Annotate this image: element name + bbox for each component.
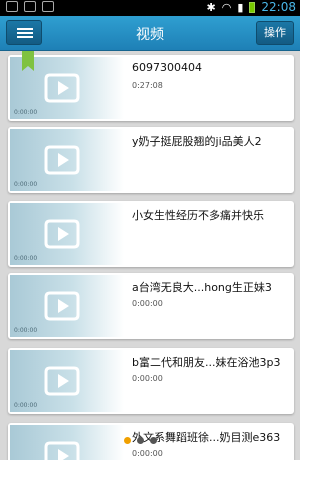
wifi-icon: ◠ <box>221 0 232 14</box>
status-bar: ✱ ◠ ▮ 22:08 <box>0 0 300 16</box>
video-thumbnail: 0:00:00 <box>10 275 124 337</box>
page-dot <box>150 437 157 444</box>
video-duration: 0:00:00 <box>132 299 163 308</box>
app-icon <box>6 1 18 12</box>
page-dot-active <box>124 437 131 444</box>
thumb-time: 0:00:00 <box>14 109 38 116</box>
thumb-time: 0:00:00 <box>14 402 38 409</box>
video-title: 6097300404 <box>132 61 202 74</box>
operation-button[interactable]: 操作 <box>256 21 294 45</box>
video-duration: 0:00:00 <box>132 374 163 383</box>
video-title: b富二代和朋友...妹在浴池3p3 <box>132 356 281 369</box>
play-icon <box>44 145 80 175</box>
video-item-2[interactable]: 0:00:00 y奶子挺屁股翘的ji品美人2 <box>8 127 294 193</box>
thumb-time: 0:00:00 <box>14 327 38 334</box>
play-icon <box>44 291 80 321</box>
video-item-1[interactable]: 0:00:00 6097300404 0:27:08 <box>8 51 294 121</box>
video-item-5[interactable]: 0:00:00 b富二代和朋友...妹在浴池3p3 0:00:00 <box>8 348 294 414</box>
play-icon <box>44 73 80 103</box>
video-thumbnail <box>10 425 124 460</box>
signal-icon: ▮ <box>237 0 244 14</box>
video-duration: 0:27:08 <box>132 81 163 90</box>
video-thumbnail: 0:00:00 <box>10 350 124 412</box>
play-icon <box>44 219 80 249</box>
notification-icons <box>6 1 54 12</box>
thumb-time: 0:00:00 <box>14 255 38 262</box>
page-title: 视频 <box>136 27 164 43</box>
video-duration: 0:00:00 <box>132 449 163 458</box>
app-header: 视频 操作 <box>0 16 300 51</box>
video-title: a台湾无良大...hong生正妹3 <box>132 281 272 294</box>
video-title: y奶子挺屁股翘的ji品美人2 <box>132 135 262 148</box>
bluetooth-icon: ✱ <box>206 0 216 14</box>
video-title: 小女生性经历不多痛并快乐 <box>132 209 264 222</box>
thumb-time: 0:00:00 <box>14 181 38 188</box>
page-dot <box>137 437 144 444</box>
play-icon <box>44 441 80 460</box>
bookmark-icon <box>22 51 34 71</box>
battery-icon <box>249 1 256 13</box>
video-list[interactable]: 0:00:00 6097300404 0:27:08 0:00:00 y奶子挺屁… <box>0 51 300 460</box>
play-icon <box>44 366 80 396</box>
clock: 22:08 <box>261 0 296 14</box>
image-icon <box>42 1 54 12</box>
video-thumbnail: 0:00:00 <box>10 129 124 191</box>
video-item-4[interactable]: 0:00:00 a台湾无良大...hong生正妹3 0:00:00 <box>8 273 294 339</box>
page-indicator <box>124 437 157 444</box>
video-thumbnail: 0:00:00 <box>10 203 124 265</box>
video-item-3[interactable]: 0:00:00 小女生性经历不多痛并快乐 <box>8 201 294 267</box>
shield-icon <box>24 1 36 12</box>
